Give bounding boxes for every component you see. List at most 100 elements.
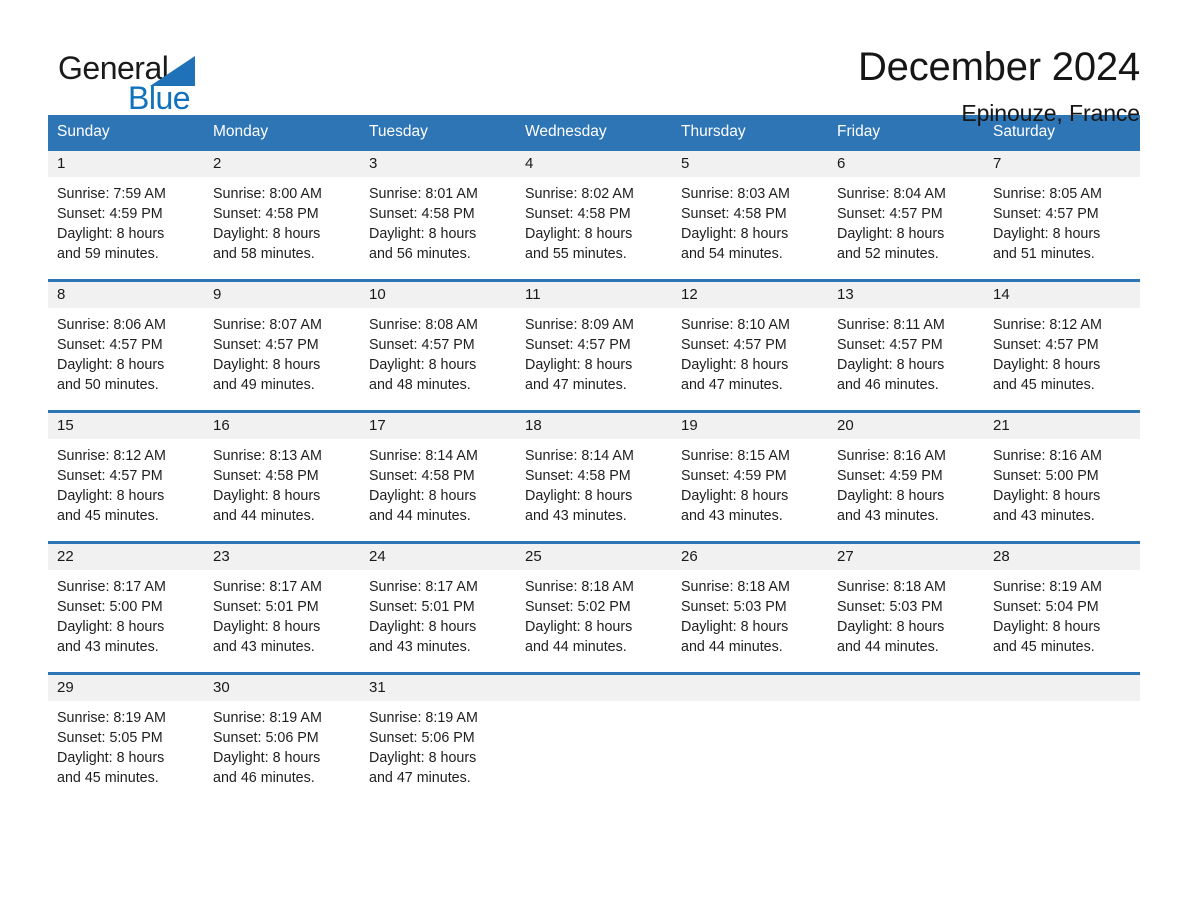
day-cell[interactable]: Sunrise: 8:16 AM Sunset: 4:59 PM Dayligh… <box>828 439 984 541</box>
daylight-text-line1: Daylight: 8 hours <box>369 619 477 636</box>
daylight-text-line2: and 43 minutes. <box>993 508 1095 525</box>
daylight-text-line1: Daylight: 8 hours <box>213 619 321 636</box>
day-cell[interactable]: Sunrise: 8:18 AM Sunset: 5:03 PM Dayligh… <box>828 570 984 672</box>
day-number-empty <box>672 675 828 701</box>
day-cell[interactable]: Sunrise: 8:01 AM Sunset: 4:58 PM Dayligh… <box>360 177 516 279</box>
sunset-text: Sunset: 4:59 PM <box>837 468 943 485</box>
day-number[interactable]: 31 <box>360 675 516 701</box>
day-number[interactable]: 18 <box>516 413 672 439</box>
daylight-text-line2: and 43 minutes. <box>525 508 627 525</box>
page-header: General Blue December 2024 Epinouze, Fra… <box>48 0 1140 126</box>
sunrise-text: Sunrise: 8:08 AM <box>369 317 478 333</box>
day-cell[interactable]: Sunrise: 8:19 AM Sunset: 5:06 PM Dayligh… <box>360 701 516 803</box>
day-cell[interactable]: Sunrise: 8:05 AM Sunset: 4:57 PM Dayligh… <box>984 177 1140 279</box>
day-number[interactable]: 25 <box>516 544 672 570</box>
sunrise-text: Sunrise: 8:03 AM <box>681 186 790 202</box>
calendar-week-row: 29 30 31 Sunrise: 8:19 AM Sunset: 5:05 P… <box>48 672 1140 803</box>
day-number[interactable]: 24 <box>360 544 516 570</box>
sunrise-text: Sunrise: 8:10 AM <box>681 317 790 333</box>
day-cell[interactable]: Sunrise: 8:18 AM Sunset: 5:03 PM Dayligh… <box>672 570 828 672</box>
sunrise-text: Sunrise: 8:19 AM <box>57 710 166 726</box>
day-number[interactable]: 22 <box>48 544 204 570</box>
day-number[interactable]: 16 <box>204 413 360 439</box>
day-cell[interactable]: Sunrise: 8:06 AM Sunset: 4:57 PM Dayligh… <box>48 308 204 410</box>
day-number[interactable]: 5 <box>672 151 828 177</box>
day-number[interactable]: 21 <box>984 413 1140 439</box>
day-number[interactable]: 3 <box>360 151 516 177</box>
daylight-text-line1: Daylight: 8 hours <box>993 488 1101 505</box>
day-cell[interactable]: Sunrise: 8:04 AM Sunset: 4:57 PM Dayligh… <box>828 177 984 279</box>
day-number[interactable]: 4 <box>516 151 672 177</box>
day-cell[interactable]: Sunrise: 8:18 AM Sunset: 5:02 PM Dayligh… <box>516 570 672 672</box>
day-cell[interactable]: Sunrise: 8:17 AM Sunset: 5:00 PM Dayligh… <box>48 570 204 672</box>
daylight-text-line1: Daylight: 8 hours <box>525 226 633 243</box>
day-number[interactable]: 17 <box>360 413 516 439</box>
weekday-header-friday: Friday <box>837 123 881 140</box>
daylight-text-line2: and 50 minutes. <box>57 377 159 394</box>
daylight-text-line2: and 47 minutes. <box>369 770 471 787</box>
sunset-text: Sunset: 5:02 PM <box>525 599 631 616</box>
day-number[interactable]: 1 <box>48 151 204 177</box>
day-number[interactable]: 20 <box>828 413 984 439</box>
day-cell[interactable]: Sunrise: 8:02 AM Sunset: 4:58 PM Dayligh… <box>516 177 672 279</box>
day-cell[interactable]: Sunrise: 8:07 AM Sunset: 4:57 PM Dayligh… <box>204 308 360 410</box>
sunrise-text: Sunrise: 8:17 AM <box>369 579 478 595</box>
day-cell[interactable]: Sunrise: 8:12 AM Sunset: 4:57 PM Dayligh… <box>984 308 1140 410</box>
day-cell[interactable]: Sunrise: 8:19 AM Sunset: 5:04 PM Dayligh… <box>984 570 1140 672</box>
day-number[interactable]: 15 <box>48 413 204 439</box>
day-cell[interactable]: Sunrise: 8:16 AM Sunset: 5:00 PM Dayligh… <box>984 439 1140 541</box>
daylight-text-line1: Daylight: 8 hours <box>57 750 165 767</box>
daylight-text-line1: Daylight: 8 hours <box>213 357 321 374</box>
day-number[interactable]: 13 <box>828 282 984 308</box>
day-cell[interactable]: Sunrise: 8:03 AM Sunset: 4:58 PM Dayligh… <box>672 177 828 279</box>
day-cell[interactable]: Sunrise: 8:19 AM Sunset: 5:06 PM Dayligh… <box>204 701 360 803</box>
day-cell[interactable]: Sunrise: 8:14 AM Sunset: 4:58 PM Dayligh… <box>516 439 672 541</box>
daylight-text-line2: and 49 minutes. <box>213 377 315 394</box>
calendar-week-row: 22 23 24 25 26 27 28 Sunrise: 8:17 AM Su… <box>48 541 1140 672</box>
day-number[interactable]: 26 <box>672 544 828 570</box>
day-number[interactable]: 28 <box>984 544 1140 570</box>
day-number[interactable]: 23 <box>204 544 360 570</box>
daylight-text-line2: and 43 minutes. <box>369 639 471 656</box>
day-cell[interactable]: Sunrise: 8:00 AM Sunset: 4:58 PM Dayligh… <box>204 177 360 279</box>
day-cell[interactable]: Sunrise: 8:09 AM Sunset: 4:57 PM Dayligh… <box>516 308 672 410</box>
day-cell[interactable]: Sunrise: 8:12 AM Sunset: 4:57 PM Dayligh… <box>48 439 204 541</box>
day-number[interactable]: 6 <box>828 151 984 177</box>
day-number[interactable]: 19 <box>672 413 828 439</box>
day-cell[interactable]: Sunrise: 8:13 AM Sunset: 4:58 PM Dayligh… <box>204 439 360 541</box>
day-cell[interactable]: Sunrise: 8:17 AM Sunset: 5:01 PM Dayligh… <box>204 570 360 672</box>
day-cell[interactable]: Sunrise: 8:14 AM Sunset: 4:58 PM Dayligh… <box>360 439 516 541</box>
day-number[interactable]: 12 <box>672 282 828 308</box>
day-cell[interactable]: Sunrise: 8:19 AM Sunset: 5:05 PM Dayligh… <box>48 701 204 803</box>
day-number[interactable]: 30 <box>204 675 360 701</box>
day-number[interactable]: 29 <box>48 675 204 701</box>
daylight-text-line1: Daylight: 8 hours <box>369 488 477 505</box>
day-number[interactable]: 10 <box>360 282 516 308</box>
daylight-text-line1: Daylight: 8 hours <box>213 226 321 243</box>
sunrise-text: Sunrise: 8:02 AM <box>525 186 634 202</box>
sunset-text: Sunset: 4:58 PM <box>681 206 787 223</box>
sunrise-text: Sunrise: 8:18 AM <box>525 579 634 595</box>
day-number[interactable]: 8 <box>48 282 204 308</box>
day-cell[interactable]: Sunrise: 8:10 AM Sunset: 4:57 PM Dayligh… <box>672 308 828 410</box>
daylight-text-line2: and 46 minutes. <box>837 377 939 394</box>
sunrise-text: Sunrise: 8:12 AM <box>993 317 1102 333</box>
day-number[interactable]: 11 <box>516 282 672 308</box>
day-number[interactable]: 2 <box>204 151 360 177</box>
daylight-text-line1: Daylight: 8 hours <box>837 619 945 636</box>
day-number-empty <box>828 675 984 701</box>
day-cell[interactable]: Sunrise: 8:08 AM Sunset: 4:57 PM Dayligh… <box>360 308 516 410</box>
sunset-text: Sunset: 5:05 PM <box>57 730 163 747</box>
day-number[interactable]: 7 <box>984 151 1140 177</box>
day-cell[interactable]: Sunrise: 8:11 AM Sunset: 4:57 PM Dayligh… <box>828 308 984 410</box>
day-cell[interactable]: Sunrise: 7:59 AM Sunset: 4:59 PM Dayligh… <box>48 177 204 279</box>
sunset-text: Sunset: 4:58 PM <box>369 206 475 223</box>
daylight-text-line1: Daylight: 8 hours <box>993 619 1101 636</box>
day-number[interactable]: 27 <box>828 544 984 570</box>
day-number[interactable]: 14 <box>984 282 1140 308</box>
day-cell[interactable]: Sunrise: 8:17 AM Sunset: 5:01 PM Dayligh… <box>360 570 516 672</box>
day-cell[interactable]: Sunrise: 8:15 AM Sunset: 4:59 PM Dayligh… <box>672 439 828 541</box>
day-number[interactable]: 9 <box>204 282 360 308</box>
daylight-text-line2: and 45 minutes. <box>57 508 159 525</box>
day-detail-row: Sunrise: 8:12 AM Sunset: 4:57 PM Dayligh… <box>48 439 1140 541</box>
